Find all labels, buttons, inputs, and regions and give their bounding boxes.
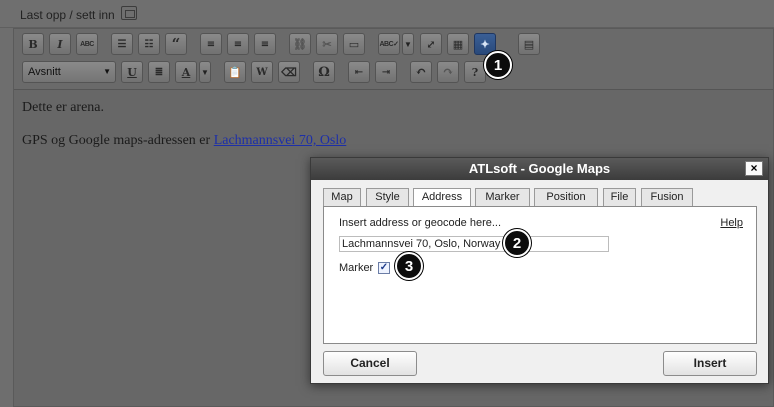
cancel-button[interactable]: Cancel [323, 351, 417, 376]
justify-button[interactable]: ≣ [148, 61, 170, 83]
align-left-button[interactable]: ≡ [200, 33, 222, 55]
callout-3: 3 [395, 252, 423, 280]
underline-button[interactable]: U [121, 61, 143, 83]
paste-word-button[interactable]: W [251, 61, 273, 83]
editor-toolbar: B I ABC ☰ ☷ “ ≡ ≡ ≡ ⛓ ✂ ▭ ABC✓ ▼ ⤢ ▦ ✦ ▤… [14, 29, 773, 90]
italic-button[interactable]: I [49, 33, 71, 55]
tab-style[interactable]: Style [366, 188, 409, 206]
help-button[interactable]: ? [464, 61, 486, 83]
blockquote-button[interactable]: “ [165, 33, 187, 55]
special-character-button[interactable]: Ω [313, 61, 335, 83]
undo-button[interactable]: ↶ [410, 61, 432, 83]
marker-checkbox[interactable]: ✓ [378, 262, 390, 274]
format-select-value: Avsnitt [28, 66, 61, 78]
tab-fusion[interactable]: Fusion [641, 188, 693, 206]
tab-file[interactable]: File [603, 188, 636, 206]
dialog-title: ATLsoft - Google Maps [311, 158, 768, 180]
align-center-button[interactable]: ≡ [227, 33, 249, 55]
numbered-list-button[interactable]: ☷ [138, 33, 160, 55]
paragraph-2: GPS og Google maps-adressen er Lachmanns… [22, 133, 346, 149]
paste-text-button[interactable]: 📋 [224, 61, 246, 83]
address-prompt: Insert address or geocode here... [339, 217, 502, 229]
upload-insert-label: Last opp / sett inn [20, 8, 115, 22]
fullscreen-button[interactable]: ⤢ [420, 33, 442, 55]
redo-button[interactable]: ↷ [437, 61, 459, 83]
close-icon[interactable]: × [745, 161, 763, 176]
tab-position[interactable]: Position [534, 188, 598, 206]
tab-map[interactable]: Map [323, 188, 361, 206]
bold-button[interactable]: B [22, 33, 44, 55]
google-maps-dialog: ATLsoft - Google Maps × Map Style Addres… [310, 157, 769, 384]
paragraph-2-text: GPS og Google maps-adressen er [22, 133, 214, 148]
bullet-list-button[interactable]: ☰ [111, 33, 133, 55]
indent-button[interactable]: ⇥ [375, 61, 397, 83]
remove-format-button[interactable]: ⌫ [278, 61, 300, 83]
paragraph-1: Dette er arena. [22, 100, 104, 115]
chevron-down-icon: ▼ [103, 67, 111, 76]
text-color-dropdown-icon[interactable]: ▼ [199, 61, 211, 83]
format-select[interactable]: Avsnitt ▼ [22, 61, 116, 83]
add-media-icon[interactable] [121, 6, 137, 20]
insert-link-button[interactable]: ⛓ [289, 33, 311, 55]
address-link[interactable]: Lachmannsvei 70, Oslo [214, 133, 347, 148]
outdent-button[interactable]: ⇤ [348, 61, 370, 83]
insert-button[interactable]: Insert [663, 351, 757, 376]
top-bar: Last opp / sett inn [0, 0, 774, 28]
address-input[interactable]: Lachmannsvei 70, Oslo, Norway [339, 236, 609, 252]
spellcheck-dropdown-icon[interactable]: ▼ [402, 33, 414, 55]
marker-label: Marker [339, 262, 374, 274]
text-color-button[interactable]: A [175, 61, 197, 83]
insert-media-button[interactable]: ▤ [518, 33, 540, 55]
unlink-button[interactable]: ✂ [316, 33, 338, 55]
callout-1: 1 [484, 51, 512, 79]
help-link[interactable]: Help [720, 217, 743, 229]
spellcheck-button[interactable]: ABC✓ [378, 33, 400, 55]
kitchen-sink-button[interactable]: ▦ [447, 33, 469, 55]
strikethrough-button[interactable]: ABC [76, 33, 98, 55]
callout-2: 2 [503, 229, 531, 257]
tab-address[interactable]: Address [413, 188, 471, 207]
tab-marker[interactable]: Marker [475, 188, 530, 206]
more-tag-button[interactable]: ▭ [343, 33, 365, 55]
address-panel: Insert address or geocode here... Help L… [323, 206, 757, 344]
align-right-button[interactable]: ≡ [254, 33, 276, 55]
